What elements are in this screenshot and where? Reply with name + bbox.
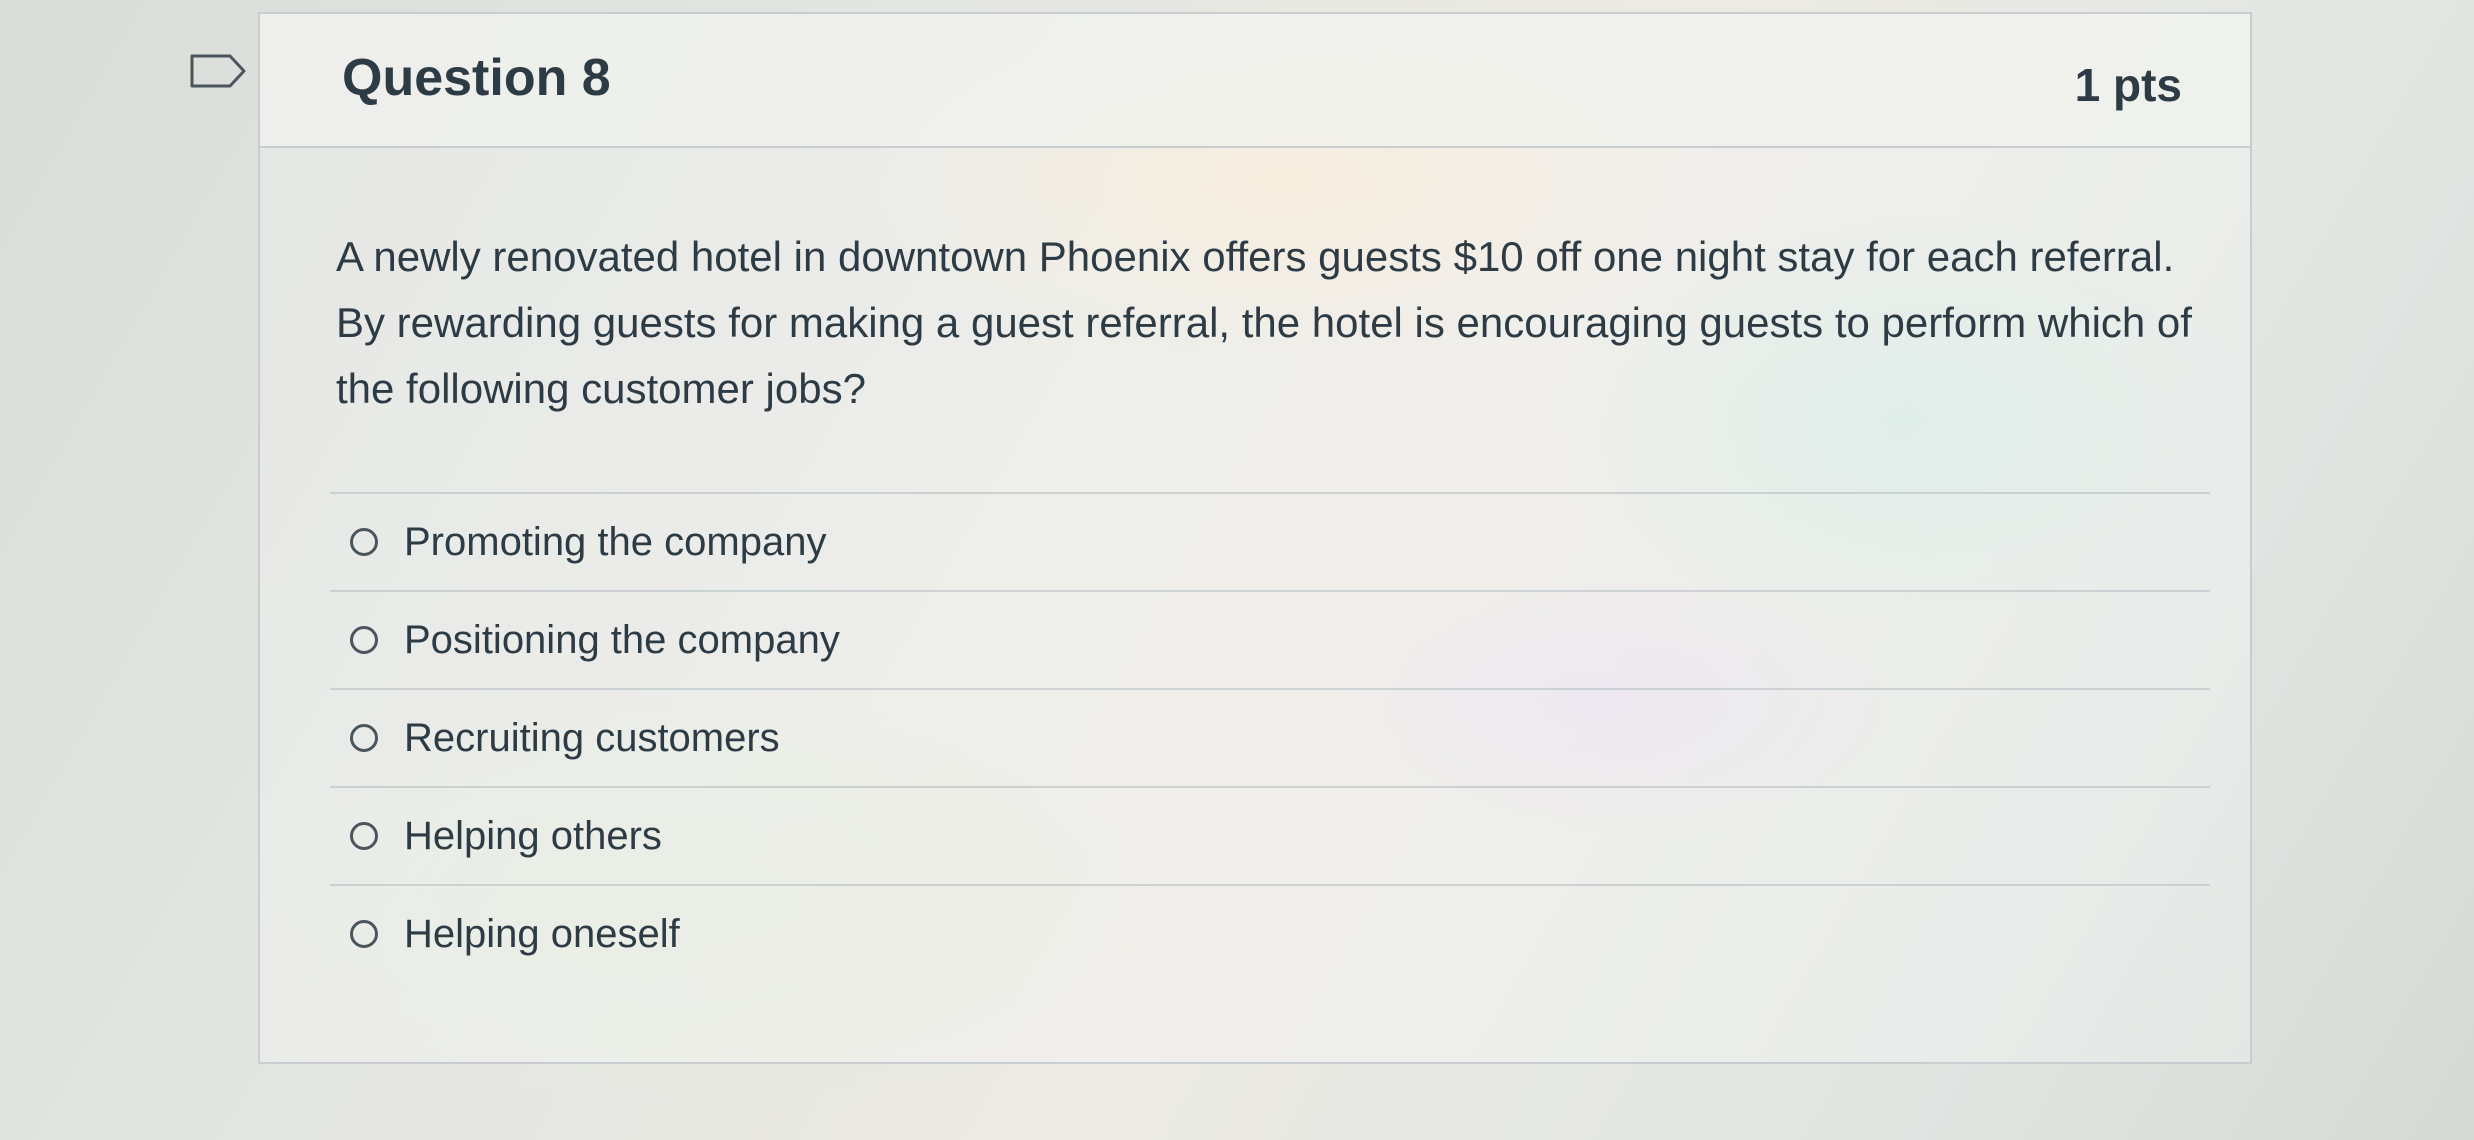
answer-option[interactable]: Recruiting customers xyxy=(330,688,2210,786)
answer-label: Promoting the company xyxy=(404,519,827,564)
answer-label: Helping others xyxy=(404,813,662,858)
radio-button[interactable] xyxy=(350,528,378,556)
answer-option[interactable]: Promoting the company xyxy=(330,492,2210,590)
radio-button[interactable] xyxy=(350,724,378,752)
answer-option[interactable]: Helping oneself xyxy=(330,884,2210,982)
question-card: Question 8 1 pts A newly renovated hotel… xyxy=(258,12,2252,1064)
question-text: A newly renovated hotel in downtown Phoe… xyxy=(336,233,2192,412)
question-header: Question 8 1 pts xyxy=(260,14,2250,148)
question-title: Question 8 xyxy=(342,49,611,107)
answer-label: Recruiting customers xyxy=(404,715,780,760)
answer-label: Helping oneself xyxy=(404,911,680,956)
radio-button[interactable] xyxy=(350,822,378,850)
answer-option[interactable]: Positioning the company xyxy=(330,590,2210,688)
answer-option[interactable]: Helping others xyxy=(330,786,2210,884)
answer-label: Positioning the company xyxy=(404,617,840,662)
question-points: 1 pts xyxy=(2074,59,2182,111)
radio-button[interactable] xyxy=(350,626,378,654)
answer-list: Promoting the company Positioning the co… xyxy=(330,492,2210,982)
flag-question-icon[interactable] xyxy=(190,54,246,88)
radio-button[interactable] xyxy=(350,920,378,948)
